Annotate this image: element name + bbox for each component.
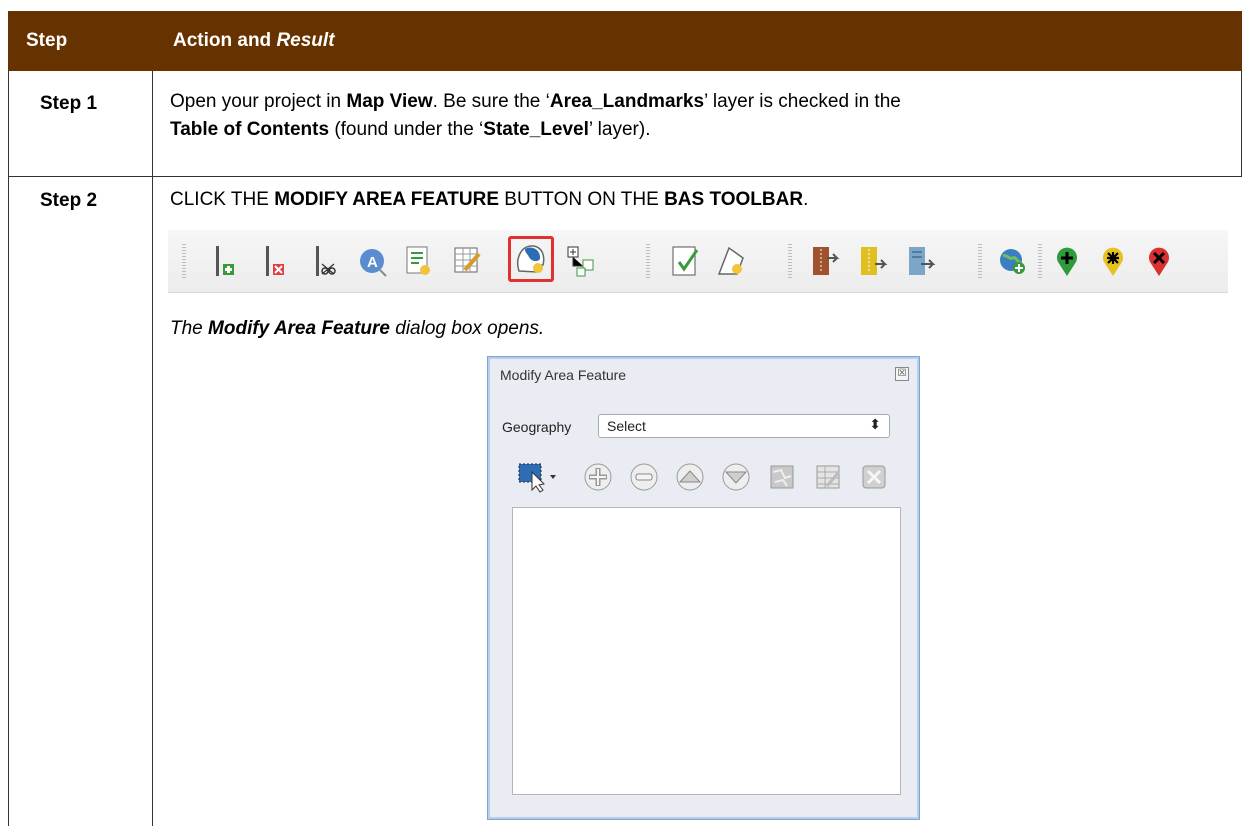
row-divider	[8, 176, 1242, 177]
add-point-pin-icon[interactable]	[1048, 242, 1086, 280]
step-2-result: The Modify Area Feature dialog box opens…	[170, 318, 545, 339]
select-feature-icon[interactable]	[516, 459, 562, 495]
select-arrow-icon: ⬍	[869, 416, 881, 432]
toolbar-grip	[182, 244, 186, 278]
remove-icon[interactable]	[626, 459, 662, 495]
table-column-divider	[152, 71, 153, 826]
geography-select[interactable]: Select ⬍	[598, 414, 890, 438]
feature-list[interactable]	[512, 507, 901, 795]
move-up-icon[interactable]	[672, 459, 708, 495]
close-icon[interactable]: ☒	[895, 367, 909, 381]
table-edit-icon[interactable]	[448, 242, 486, 280]
header-action-result: Action and Result	[173, 30, 335, 51]
step-2-label: Step 2	[40, 190, 98, 211]
zip-import-icon[interactable]	[854, 242, 892, 280]
zip-export-icon[interactable]	[806, 242, 844, 280]
checklist-icon[interactable]	[666, 242, 704, 280]
modify-area-feature-icon[interactable]	[508, 236, 554, 282]
svg-text:A: A	[367, 254, 378, 271]
clear-icon[interactable]	[856, 459, 892, 495]
new-polygon-icon[interactable]	[712, 242, 750, 280]
document-edit-icon[interactable]	[400, 242, 438, 280]
map-layer-icon[interactable]	[764, 459, 800, 495]
modify-point-pin-icon[interactable]	[1094, 242, 1132, 280]
geography-label: Geography	[502, 419, 572, 435]
toolbar-grip	[788, 244, 792, 278]
step-2-instruction: CLICK THE MODIFY AREA FEATURE BUTTON ON …	[170, 189, 809, 210]
toolbar-grip	[978, 244, 982, 278]
toolbar-grip	[1038, 244, 1042, 278]
delete-line-icon[interactable]	[256, 242, 294, 280]
table-left-border	[8, 71, 9, 826]
attribute-table-icon[interactable]	[810, 459, 846, 495]
map-export-icon[interactable]	[902, 242, 940, 280]
add-icon[interactable]	[580, 459, 616, 495]
attribute-a-icon[interactable]: A	[354, 242, 392, 280]
modify-area-feature-dialog: Modify Area Feature ☒ Geography Select ⬍	[487, 356, 920, 820]
move-down-icon[interactable]	[718, 459, 754, 495]
step-1-label: Step 1	[40, 93, 98, 114]
split-line-icon[interactable]	[306, 242, 344, 280]
table-right-border	[1241, 71, 1242, 177]
header-step: Step	[26, 30, 68, 51]
add-line-icon[interactable]	[206, 242, 244, 280]
step-1-text: Open your project in Map View. Be sure t…	[170, 91, 901, 140]
area-relation-icon[interactable]	[562, 242, 600, 280]
dialog-title: Modify Area Feature	[500, 367, 627, 383]
toolbar-grip	[646, 244, 650, 278]
table-header: Step Action and Result	[8, 11, 1242, 71]
globe-add-icon[interactable]	[994, 242, 1032, 280]
delete-point-pin-icon[interactable]	[1140, 242, 1178, 280]
bas-toolbar: A	[168, 230, 1228, 293]
